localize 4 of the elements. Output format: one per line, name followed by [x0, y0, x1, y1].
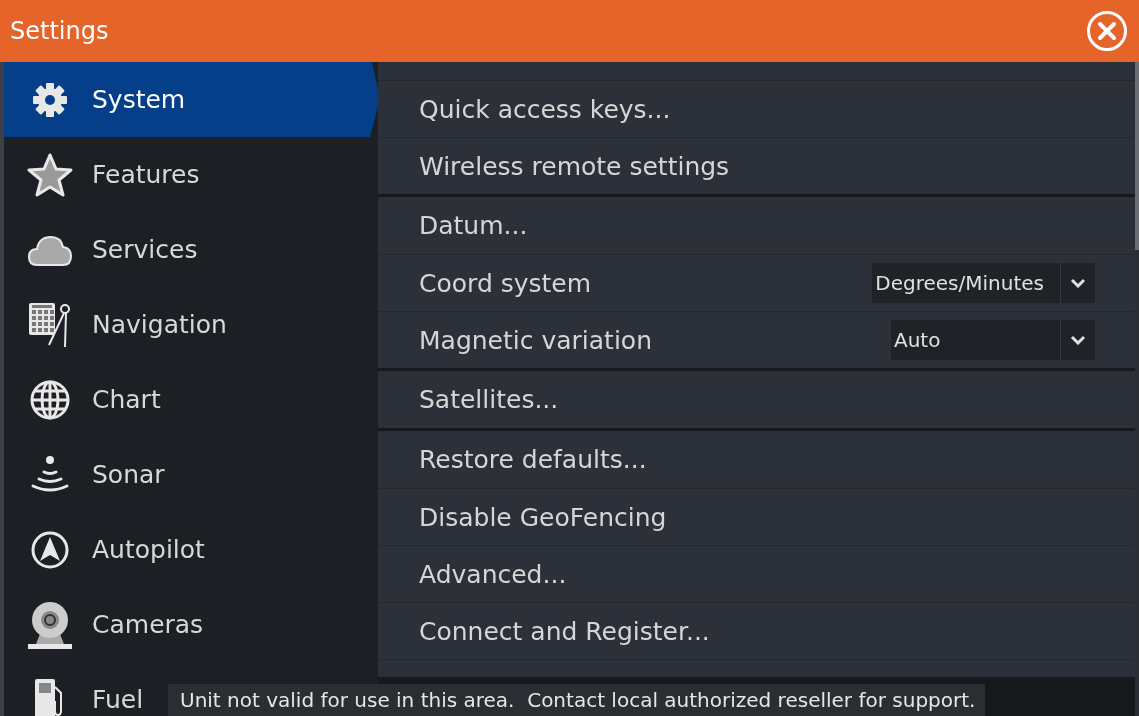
setting-label: Coord system — [419, 268, 592, 298]
setting-label: Magnetic variation — [419, 325, 652, 355]
window-title: Settings — [10, 17, 109, 45]
warning-toast: Unit not valid for use in this area. Contact local authorized reseller for support. — [168, 684, 985, 716]
